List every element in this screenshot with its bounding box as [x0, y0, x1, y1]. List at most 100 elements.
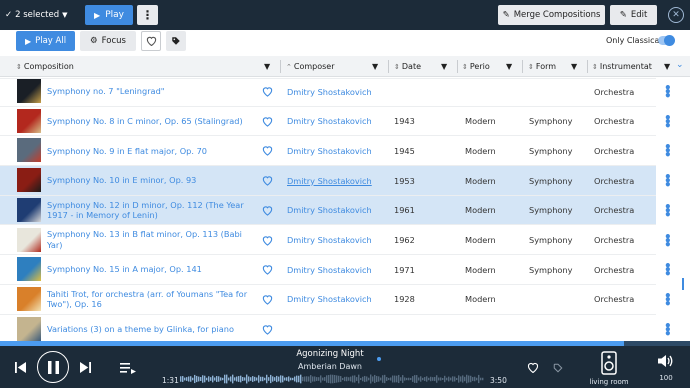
waveform-bar	[340, 376, 342, 382]
close-selection-button[interactable]: ✕	[668, 7, 684, 23]
composition-title-link[interactable]: Tahiti Trot, for orchestra (arr. of Youm…	[47, 285, 259, 314]
merge-compositions-button[interactable]: ✎ Merge Compositions	[498, 5, 605, 25]
waveform-bar	[182, 376, 184, 382]
column-header-composition[interactable]: ⇕ Composition	[16, 56, 74, 77]
row-menu-icon[interactable]: • • •	[664, 290, 672, 310]
row-menu-icon[interactable]: • • •	[664, 82, 672, 102]
heart-icon[interactable]	[262, 86, 273, 97]
heart-icon[interactable]	[262, 205, 273, 216]
row-menu-icon[interactable]: • • •	[664, 112, 672, 132]
composer-link[interactable]: Dmitry Shostakovich	[287, 107, 372, 136]
track-artist[interactable]: Amberian Dawn	[180, 362, 480, 371]
composition-title-link[interactable]: Symphony no. 7 "Leningrad"	[47, 77, 259, 106]
filter-icon[interactable]: ▼	[441, 62, 447, 71]
composition-title-link[interactable]: Symphony No. 12 in D minor, Op. 112 (The…	[47, 196, 259, 225]
focus-button[interactable]: ⚙ Focus	[80, 31, 136, 51]
table-row[interactable]: Symphony no. 7 "Leningrad" Dmitry Shostak…	[0, 77, 656, 107]
row-menu-icon[interactable]: • • •	[664, 320, 672, 340]
table-row[interactable]: Symphony No. 13 in B flat minor, Op. 113…	[0, 226, 656, 256]
waveform-bar	[398, 374, 400, 384]
waveform-bar	[334, 374, 336, 384]
selection-count-dropdown[interactable]: ✓ 2 selected ▼	[5, 10, 68, 20]
column-divider[interactable]	[280, 60, 281, 73]
filter-icon[interactable]: ▼	[506, 62, 512, 71]
column-header-composer[interactable]: ⌃ Composer	[286, 56, 335, 77]
heart-icon[interactable]	[262, 324, 273, 335]
heart-icon[interactable]	[262, 145, 273, 157]
composition-title-link[interactable]: Variations (3) on a theme by Glinka, for…	[47, 315, 259, 341]
more-options-button[interactable]: ⋮	[137, 5, 158, 25]
filter-icon[interactable]: ▼	[264, 62, 270, 71]
composition-title-link[interactable]: Symphony No. 13 in B flat minor, Op. 113…	[47, 226, 259, 255]
filter-icon[interactable]: ▼	[664, 62, 670, 71]
composer-link[interactable]: Dmitry Shostakovich	[287, 226, 372, 255]
row-menu-icon[interactable]: • • •	[664, 260, 672, 280]
composition-title-link[interactable]: Symphony No. 10 in E minor, Op. 93	[47, 166, 259, 195]
waveform-bar	[240, 375, 242, 383]
column-divider[interactable]	[388, 60, 389, 73]
waveform-bar	[246, 374, 248, 384]
play-all-button[interactable]: ▶ Play All	[16, 31, 75, 51]
row-menu-icon[interactable]: • • •	[664, 201, 672, 221]
heart-icon[interactable]	[262, 175, 273, 186]
waveform-bar	[380, 377, 382, 381]
volume-icon[interactable]	[658, 354, 674, 368]
heart-icon[interactable]	[527, 362, 539, 373]
column-header-form[interactable]: ⇕ Form	[528, 56, 556, 77]
table-row[interactable]: Symphony No. 9 in E flat major, Op. 70 Dm…	[0, 136, 656, 167]
composer-link[interactable]: Dmitry Shostakovich	[287, 285, 372, 314]
composition-title-link[interactable]: Symphony No. 8 in C minor, Op. 65 (Stali…	[47, 107, 259, 136]
heart-icon[interactable]	[262, 294, 273, 305]
composer-link[interactable]: Dmitry Shostakovich	[287, 196, 372, 225]
waveform-bar	[206, 377, 208, 381]
heart-icon[interactable]	[262, 116, 273, 127]
table-row[interactable]: Symphony No. 8 in C minor, Op. 65 (Stali…	[0, 107, 656, 137]
composition-title-link[interactable]: Symphony No. 15 in A major, Op. 141	[47, 255, 259, 284]
filter-icon[interactable]: ▼	[571, 62, 577, 71]
column-divider[interactable]	[522, 60, 523, 73]
waveform-bar	[214, 377, 216, 381]
favorite-filter-button[interactable]	[141, 31, 161, 51]
edit-button[interactable]: ✎ Edit	[610, 5, 657, 25]
queue-icon[interactable]	[120, 362, 136, 374]
row-menu-icon[interactable]: • • •	[664, 171, 672, 191]
only-classical-toggle[interactable]	[658, 35, 675, 46]
waveform-bar	[184, 377, 186, 381]
previous-icon[interactable]	[15, 362, 26, 373]
filter-icon[interactable]: ▼	[372, 62, 378, 71]
composer-link[interactable]: Dmitry Shostakovich	[287, 166, 372, 195]
column-divider[interactable]	[587, 60, 588, 73]
table-row[interactable]: Symphony No. 12 in D minor, Op. 112 (The…	[0, 195, 656, 226]
composition-title-link[interactable]: Symphony No. 9 in E flat major, Op. 70	[47, 136, 259, 165]
heart-icon[interactable]	[262, 235, 273, 246]
row-menu-icon[interactable]: • • •	[664, 231, 672, 251]
column-divider[interactable]	[457, 60, 458, 73]
table-row[interactable]: Symphony No. 10 in E minor, Op. 93 Dmitry…	[0, 166, 656, 196]
row-menu-icon[interactable]: • • •	[664, 141, 672, 161]
chevron-down-icon[interactable]: ⌄	[676, 60, 684, 70]
period-cell: Modern	[465, 145, 496, 156]
table-row[interactable]: Symphony No. 15 in A major, Op. 141 Dmitr…	[0, 255, 656, 285]
column-header-period[interactable]: ⇕ Perio	[462, 56, 490, 77]
next-icon[interactable]	[80, 362, 91, 373]
waveform-seekbar[interactable]	[180, 374, 484, 384]
column-header-date[interactable]: ⇕ Date	[394, 56, 421, 77]
close-icon: ✕	[672, 10, 680, 20]
track-title[interactable]: Agonizing Night	[180, 349, 480, 359]
scrollbar-thumb[interactable]	[682, 278, 684, 290]
speaker-device-icon[interactable]	[601, 351, 617, 375]
table-row[interactable]: Variations (3) on a theme by Glinka, for…	[0, 315, 656, 341]
waveform-bar	[346, 376, 348, 382]
pause-button[interactable]	[37, 351, 69, 383]
composer-link[interactable]: Dmitry Shostakovich	[287, 77, 372, 106]
tag-button[interactable]	[166, 31, 186, 51]
heart-icon[interactable]	[262, 264, 273, 275]
composer-link[interactable]: Dmitry Shostakovich	[287, 136, 372, 165]
waveform-bar	[196, 375, 198, 383]
output-device-label[interactable]: living room	[588, 378, 630, 386]
tag-icon[interactable]	[553, 363, 563, 373]
column-header-instrumentation[interactable]: ⇕ Instrumentat	[592, 56, 652, 77]
table-row[interactable]: Tahiti Trot, for orchestra (arr. of Youm…	[0, 285, 656, 315]
play-selection-button[interactable]: ▶ Play	[85, 5, 133, 25]
composer-link[interactable]: Dmitry Shostakovich	[287, 255, 372, 284]
